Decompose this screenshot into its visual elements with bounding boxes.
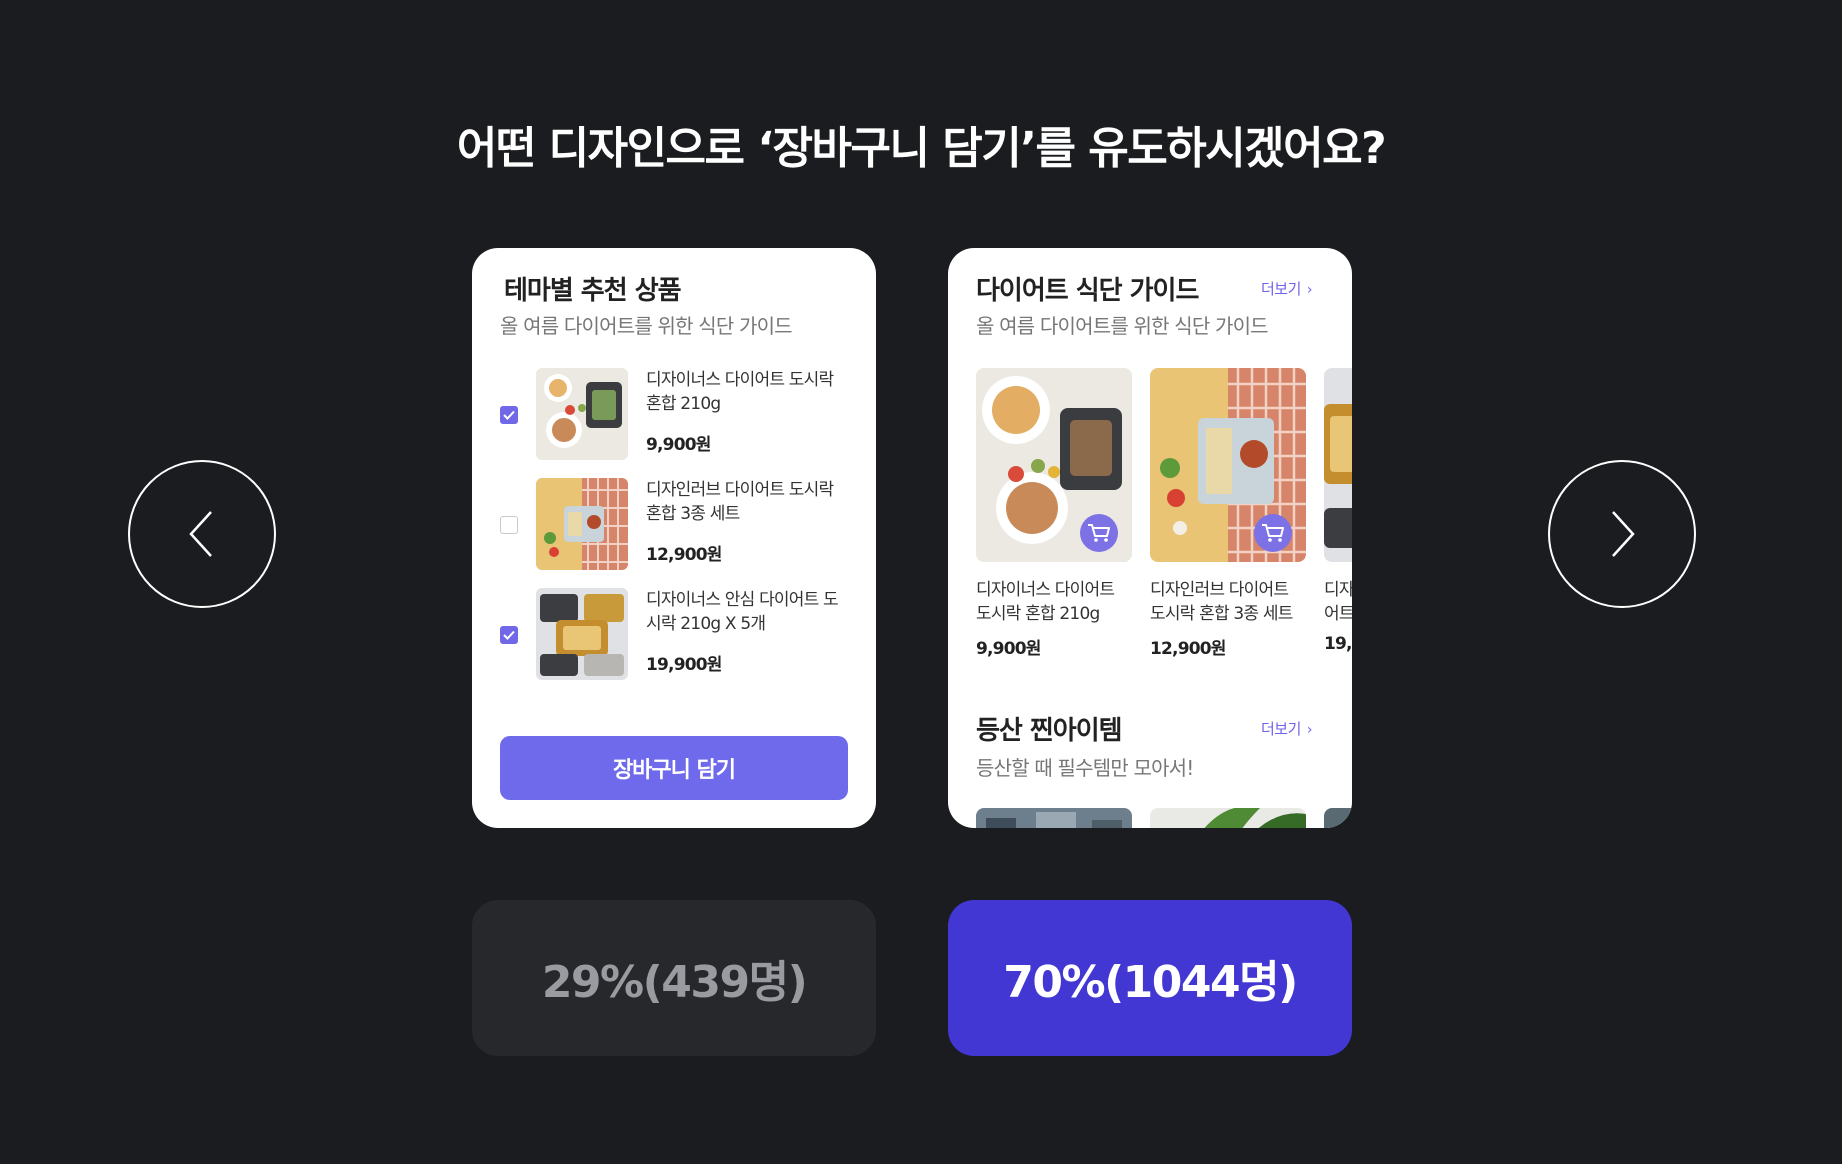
stage: 어떤 디자인으로 ‘장바구니 담기’를 유도하시겠어요? 테마별 추천 상품 올… bbox=[0, 0, 1842, 1164]
section-title: 등산 찐아이템 bbox=[976, 716, 1123, 746]
product-thumbnail[interactable] bbox=[536, 368, 628, 460]
product-image bbox=[1150, 368, 1306, 562]
product-image[interactable] bbox=[976, 808, 1132, 828]
product-image bbox=[1324, 368, 1352, 562]
section-title: 다이어트 식단 가이드 bbox=[976, 276, 1199, 306]
product-card[interactable]: 디자인러브 다이어트 도시락 혼합 3종 세트 12,900원 bbox=[1150, 368, 1306, 659]
item-price: 9,900원 bbox=[646, 435, 711, 455]
option-b-card: 다이어트 식단 가이드 더보기 › 올 여름 다이어트를 위한 식단 가이드 디자… bbox=[948, 248, 1352, 828]
section-subtitle: 등산할 때 필수템만 모아서! bbox=[976, 756, 1194, 780]
product-name: 디자 어트 bbox=[1324, 580, 1352, 624]
option-a-result[interactable]: 29%(439명) bbox=[472, 900, 876, 1056]
list-item: 디자인러브 다이어트 도시락 혼합 3종 세트 12,900원 bbox=[472, 478, 876, 574]
chevron-right-icon: › bbox=[1306, 722, 1313, 738]
card-title: 테마별 추천 상품 bbox=[504, 276, 682, 306]
more-link[interactable]: 더보기 › bbox=[1261, 278, 1313, 299]
add-to-cart-button[interactable]: 장바구니 담기 bbox=[500, 736, 848, 800]
item-name: 디자이너스 안심 다이어트 도 시락 210g X 5개 bbox=[646, 590, 839, 634]
add-to-cart-icon-button[interactable] bbox=[1254, 514, 1292, 552]
section-subtitle: 올 여름 다이어트를 위한 식단 가이드 bbox=[976, 314, 1269, 338]
product-price: 12,900원 bbox=[1150, 639, 1226, 659]
more-link[interactable]: 더보기 › bbox=[1261, 718, 1313, 739]
previous-button[interactable] bbox=[128, 460, 276, 608]
add-to-cart-icon-button[interactable] bbox=[1080, 514, 1118, 552]
product-name: 디자이너스 다이어트 도시락 혼합 210g bbox=[976, 580, 1115, 624]
cart-icon bbox=[1262, 524, 1284, 542]
next-button[interactable] bbox=[1548, 460, 1696, 608]
cart-icon bbox=[1088, 524, 1110, 542]
product-thumbnail[interactable] bbox=[536, 478, 628, 570]
product-price: 9,900원 bbox=[976, 639, 1041, 659]
chevron-left-icon bbox=[189, 511, 212, 557]
chevron-right-icon bbox=[1612, 511, 1635, 557]
item-price: 12,900원 bbox=[646, 545, 722, 565]
product-image[interactable] bbox=[1324, 808, 1352, 828]
product-image[interactable] bbox=[1150, 808, 1306, 828]
product-card[interactable]: 디자어트 19,9 bbox=[1324, 368, 1352, 654]
question-title: 어떤 디자인으로 ‘장바구니 담기’를 유도하시겠어요? bbox=[456, 123, 1387, 174]
product-name: 디자인러브 다이어트 도시락 혼합 3종 세트 bbox=[1150, 580, 1293, 624]
item-price: 19,900원 bbox=[646, 655, 722, 675]
item-checkbox[interactable] bbox=[500, 406, 518, 424]
card-subtitle: 올 여름 다이어트를 위한 식단 가이드 bbox=[500, 314, 793, 338]
list-item: 디자이너스 안심 다이어트 도 시락 210g X 5개 19,900원 bbox=[472, 588, 876, 684]
option-b-result[interactable]: 70%(1044명) bbox=[948, 900, 1352, 1056]
product-thumbnail[interactable] bbox=[536, 588, 628, 680]
check-icon bbox=[503, 630, 515, 640]
product-card[interactable]: 디자이너스 다이어트 도시락 혼합 210g 9,900원 bbox=[976, 368, 1132, 659]
option-a-card: 테마별 추천 상품 올 여름 다이어트를 위한 식단 가이드 디자이너스 다이어… bbox=[472, 248, 876, 828]
item-checkbox[interactable] bbox=[500, 516, 518, 534]
product-price: 19,9 bbox=[1324, 634, 1352, 654]
list-item: 디자이너스 다이어트 도시락 혼합 210g 9,900원 bbox=[472, 368, 876, 464]
item-name: 디자이너스 다이어트 도시락 혼합 210g bbox=[646, 370, 834, 414]
item-checkbox[interactable] bbox=[500, 626, 518, 644]
check-icon bbox=[503, 410, 515, 420]
chevron-right-icon: › bbox=[1306, 282, 1313, 298]
product-image bbox=[976, 368, 1132, 562]
item-name: 디자인러브 다이어트 도시락 혼합 3종 세트 bbox=[646, 480, 834, 524]
